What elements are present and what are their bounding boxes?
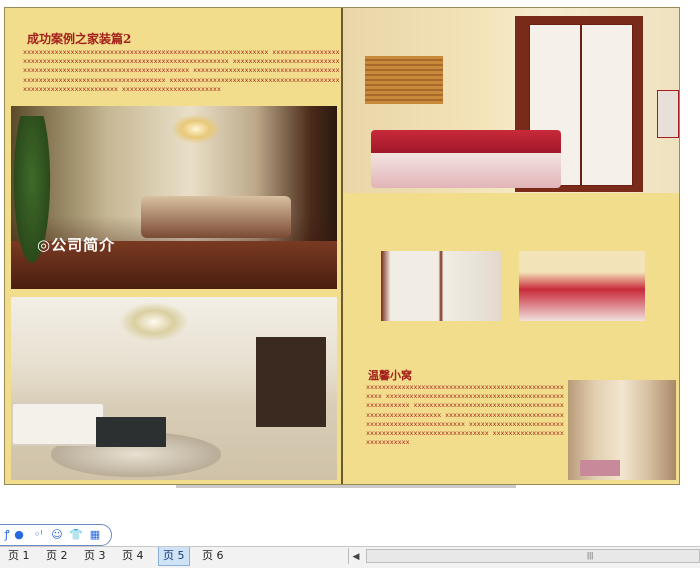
left-page-title: 成功案例之家装篇2 xyxy=(27,32,132,46)
left-page: 成功案例之家装篇2 xxxxxxxxxxxxxxxxxxxxxxxxxxxxxx… xyxy=(5,8,341,484)
photo-bed xyxy=(141,196,291,238)
tab-page-1[interactable]: 页 1 xyxy=(4,547,34,565)
bedroom-photo xyxy=(11,106,337,289)
tab-page-4[interactable]: 页 4 xyxy=(118,547,148,565)
photo-bath-mat xyxy=(580,460,620,476)
smiley-icon[interactable]: ☺ xyxy=(51,529,63,541)
right-page-subtitle: 温馨小窝 xyxy=(368,369,412,382)
photo-tv-wall xyxy=(256,337,326,427)
circle-icon[interactable]: ● xyxy=(13,529,25,541)
scrollbar-grip-icon[interactable]: ||| xyxy=(587,551,593,561)
right-page-body-text: xxxxxxxxxxxxxxxxxxxxxxxxxxxxxxxxxxxxxxxx… xyxy=(366,384,564,447)
tabs-divider xyxy=(348,548,349,564)
photo-wardrobe-door xyxy=(581,24,633,186)
page-tabs-bar: 页 1 页 2 页 3 页 4 页 5 页 6 ◀ ||| xyxy=(0,546,700,568)
photo-sofa xyxy=(11,402,105,446)
input-toolbar: ꝭ ● ◦ˡ ☺ 👕 ▦ xyxy=(0,524,112,546)
tab-page-2[interactable]: 页 2 xyxy=(42,547,72,565)
link-icon[interactable]: ꝭ xyxy=(1,529,13,541)
tab-page-5[interactable]: 页 5 xyxy=(158,547,190,566)
photo-chandelier xyxy=(171,114,221,144)
tab-page-6[interactable]: 页 6 xyxy=(198,547,228,565)
wardrobe-detail-photo xyxy=(381,251,501,321)
left-page-body-text: xxxxxxxxxxxxxxxxxxxxxxxxxxxxxxxxxxxxxxxx… xyxy=(23,49,340,93)
bathroom-photo xyxy=(566,378,678,482)
photo-coffee-table xyxy=(96,417,166,447)
dot-icon[interactable]: ◦ˡ xyxy=(31,529,45,541)
master-bedroom-photo xyxy=(343,8,679,193)
tab-page-3[interactable]: 页 3 xyxy=(80,547,110,565)
horizontal-scrollbar[interactable]: ||| xyxy=(366,549,700,563)
page-shadow xyxy=(176,485,516,488)
living-room-photo xyxy=(11,297,337,480)
bed-detail-photo xyxy=(519,251,645,321)
company-intro-overlay: ◎公司简介 xyxy=(37,236,116,254)
shirt-icon[interactable]: 👕 xyxy=(69,529,83,541)
photo-wall-art xyxy=(657,90,679,138)
scroll-left-arrow-icon[interactable]: ◀ xyxy=(350,549,362,563)
photo-bed xyxy=(371,130,561,188)
photo-chandelier xyxy=(119,302,189,342)
grid-icon[interactable]: ▦ xyxy=(89,529,101,541)
photo-window-blind xyxy=(365,56,443,104)
